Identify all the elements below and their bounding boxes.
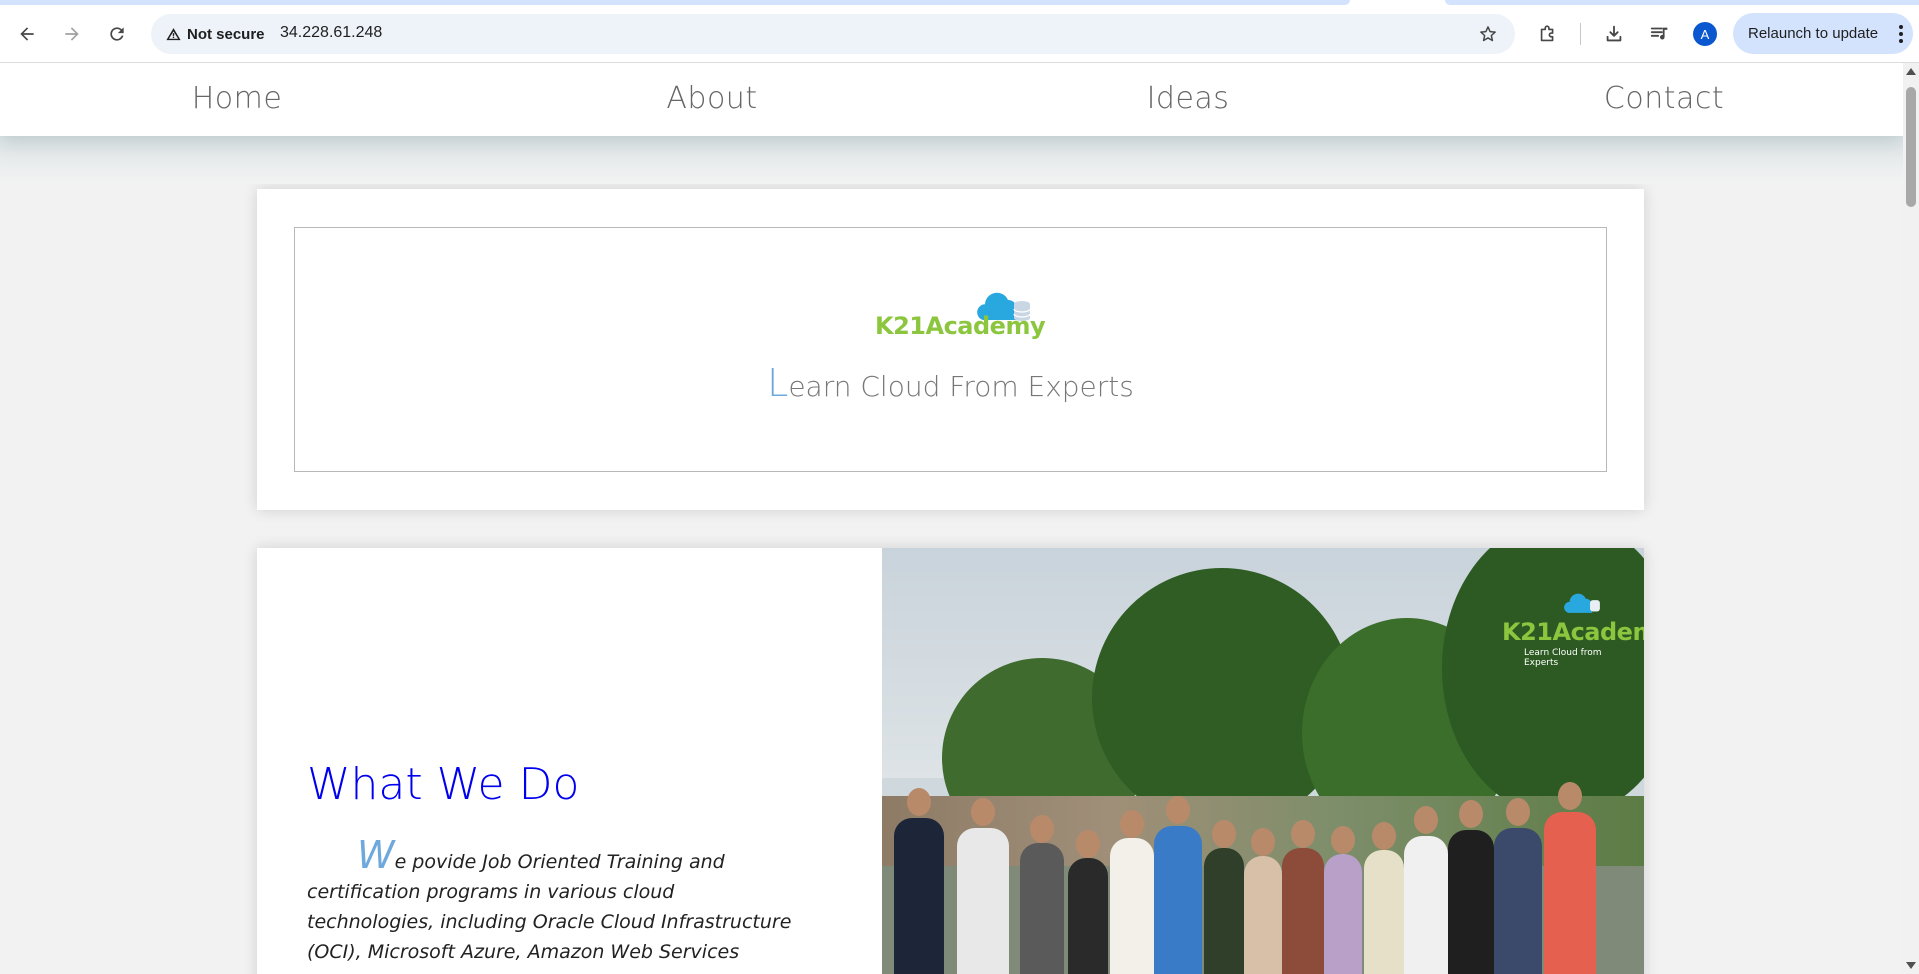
arrow-right-icon [65, 27, 79, 41]
relaunch-to-update-button[interactable]: Relaunch to update [1733, 13, 1913, 54]
k21academy-logo[interactable]: K21Academy [875, 290, 1046, 342]
hero-tagline: Learn Cloud From Experts [295, 361, 1606, 405]
cloud-database-icon [1564, 593, 1600, 613]
browser-toolbar: Not secure 34.228.61.248 A Relaunch to u… [0, 0, 1919, 63]
reload-icon [110, 27, 124, 41]
security-label: Not secure [187, 25, 265, 43]
photo-person [1282, 820, 1324, 974]
media-controls-button[interactable] [1642, 16, 1678, 52]
photo-person [1364, 822, 1404, 974]
nav-shadow [0, 136, 1903, 184]
photo-person [1204, 820, 1244, 974]
photo-person [1404, 806, 1448, 974]
tab-edge[interactable] [1445, 0, 1919, 5]
bookmark-button[interactable] [1473, 19, 1503, 49]
tab-strip [0, 0, 1919, 5]
photo-person [894, 788, 944, 974]
warning-icon [166, 27, 181, 40]
downloads-button[interactable] [1596, 16, 1632, 52]
url-text[interactable]: 34.228.61.248 [280, 24, 382, 42]
arrow-left-icon [20, 27, 34, 41]
relaunch-label: Relaunch to update [1748, 25, 1879, 42]
more-menu-icon[interactable] [1899, 25, 1903, 43]
section-description: We povide Job Oriented Training and cert… [307, 836, 807, 974]
address-bar[interactable]: Not secure 34.228.61.248 [151, 14, 1515, 54]
photo-person [1244, 828, 1282, 974]
photo-person [1544, 782, 1596, 974]
extensions-button[interactable] [1530, 16, 1566, 52]
scrollbar-thumb[interactable] [1906, 87, 1916, 207]
photo-watermark-logo: K21Academy Learn Cloud from Experts [1502, 588, 1644, 668]
photo-person [1068, 830, 1108, 974]
active-tab-edge[interactable] [0, 0, 1350, 5]
nav-link-home[interactable]: Home [87, 81, 387, 116]
site-navigation: Home About Ideas Contact [0, 63, 1903, 136]
hero-card: K21Academy Learn Cloud From Experts [257, 189, 1644, 510]
page-scrollbar[interactable] [1903, 63, 1919, 974]
photo-person [1154, 796, 1202, 974]
photo-person [1020, 815, 1064, 974]
reload-button[interactable] [99, 16, 135, 52]
nav-link-about[interactable]: About [562, 81, 862, 116]
tagline-drop-cap: L [767, 361, 789, 405]
section-title: What We Do [307, 759, 580, 810]
logo-wordmark: K21Academy [875, 312, 1046, 340]
forward-button[interactable] [54, 16, 90, 52]
photo-person [1494, 798, 1542, 974]
nav-link-contact[interactable]: Contact [1514, 81, 1814, 116]
scroll-down-arrow[interactable] [1906, 962, 1916, 969]
what-we-do-section: What We Do We povide Job Oriented Traini… [257, 548, 1644, 974]
photo-person [1324, 826, 1362, 974]
photo-logo-tagline: Learn Cloud from Experts [1524, 648, 1602, 668]
team-group-photo: K21Academy Learn Cloud from Experts [882, 548, 1644, 974]
download-icon [1606, 25, 1622, 42]
photo-logo-wordmark: K21Academy [1502, 618, 1644, 646]
back-button[interactable] [9, 16, 45, 52]
toolbar-divider [1580, 23, 1581, 45]
media-playlist-icon [1650, 27, 1668, 40]
tagline-text: earn Cloud From Experts [788, 370, 1134, 403]
profile-avatar[interactable]: A [1693, 22, 1717, 46]
scroll-up-arrow[interactable] [1906, 68, 1916, 75]
star-icon [1480, 26, 1496, 42]
description-drop-cap: W [357, 833, 395, 877]
hero-frame: K21Academy Learn Cloud From Experts [294, 227, 1607, 472]
photo-person [1110, 810, 1154, 974]
puzzle-icon [1540, 25, 1554, 42]
photo-person [1448, 800, 1494, 974]
photo-person [957, 798, 1009, 974]
security-indicator[interactable]: Not secure [159, 19, 273, 49]
page-viewport: Home About Ideas Contact K21Academy Lear… [0, 63, 1903, 974]
nav-link-ideas[interactable]: Ideas [1038, 81, 1338, 116]
